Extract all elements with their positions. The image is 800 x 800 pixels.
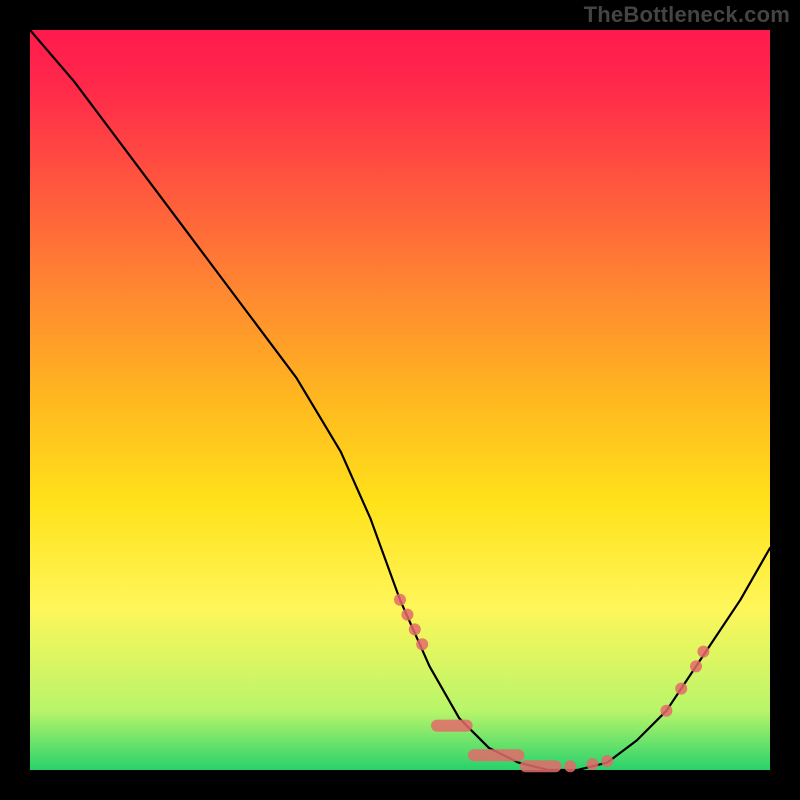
plot-area xyxy=(30,30,770,770)
chart-stage: TheBottleneck.com xyxy=(0,0,800,800)
curve-marker xyxy=(586,758,598,770)
curve-marker xyxy=(401,609,413,621)
curve-marker xyxy=(660,705,672,717)
curve-marker xyxy=(697,646,709,658)
bottom-cluster-dots xyxy=(564,755,613,772)
curve-marker xyxy=(690,660,702,672)
curve-marker xyxy=(601,755,613,767)
curve-marker xyxy=(564,760,576,772)
curve-marker xyxy=(409,623,421,635)
curve-pill xyxy=(468,749,524,761)
curve-marker xyxy=(416,638,428,650)
curve-marker xyxy=(675,683,687,695)
attribution-label: TheBottleneck.com xyxy=(584,2,790,28)
markers-left-descent xyxy=(394,594,428,650)
bottleneck-curve xyxy=(30,30,770,770)
curve-marker xyxy=(394,594,406,606)
curve-svg xyxy=(30,30,770,770)
bottom-cluster-pills xyxy=(431,720,561,773)
curve-pill xyxy=(520,760,562,772)
curve-pill xyxy=(431,720,473,732)
